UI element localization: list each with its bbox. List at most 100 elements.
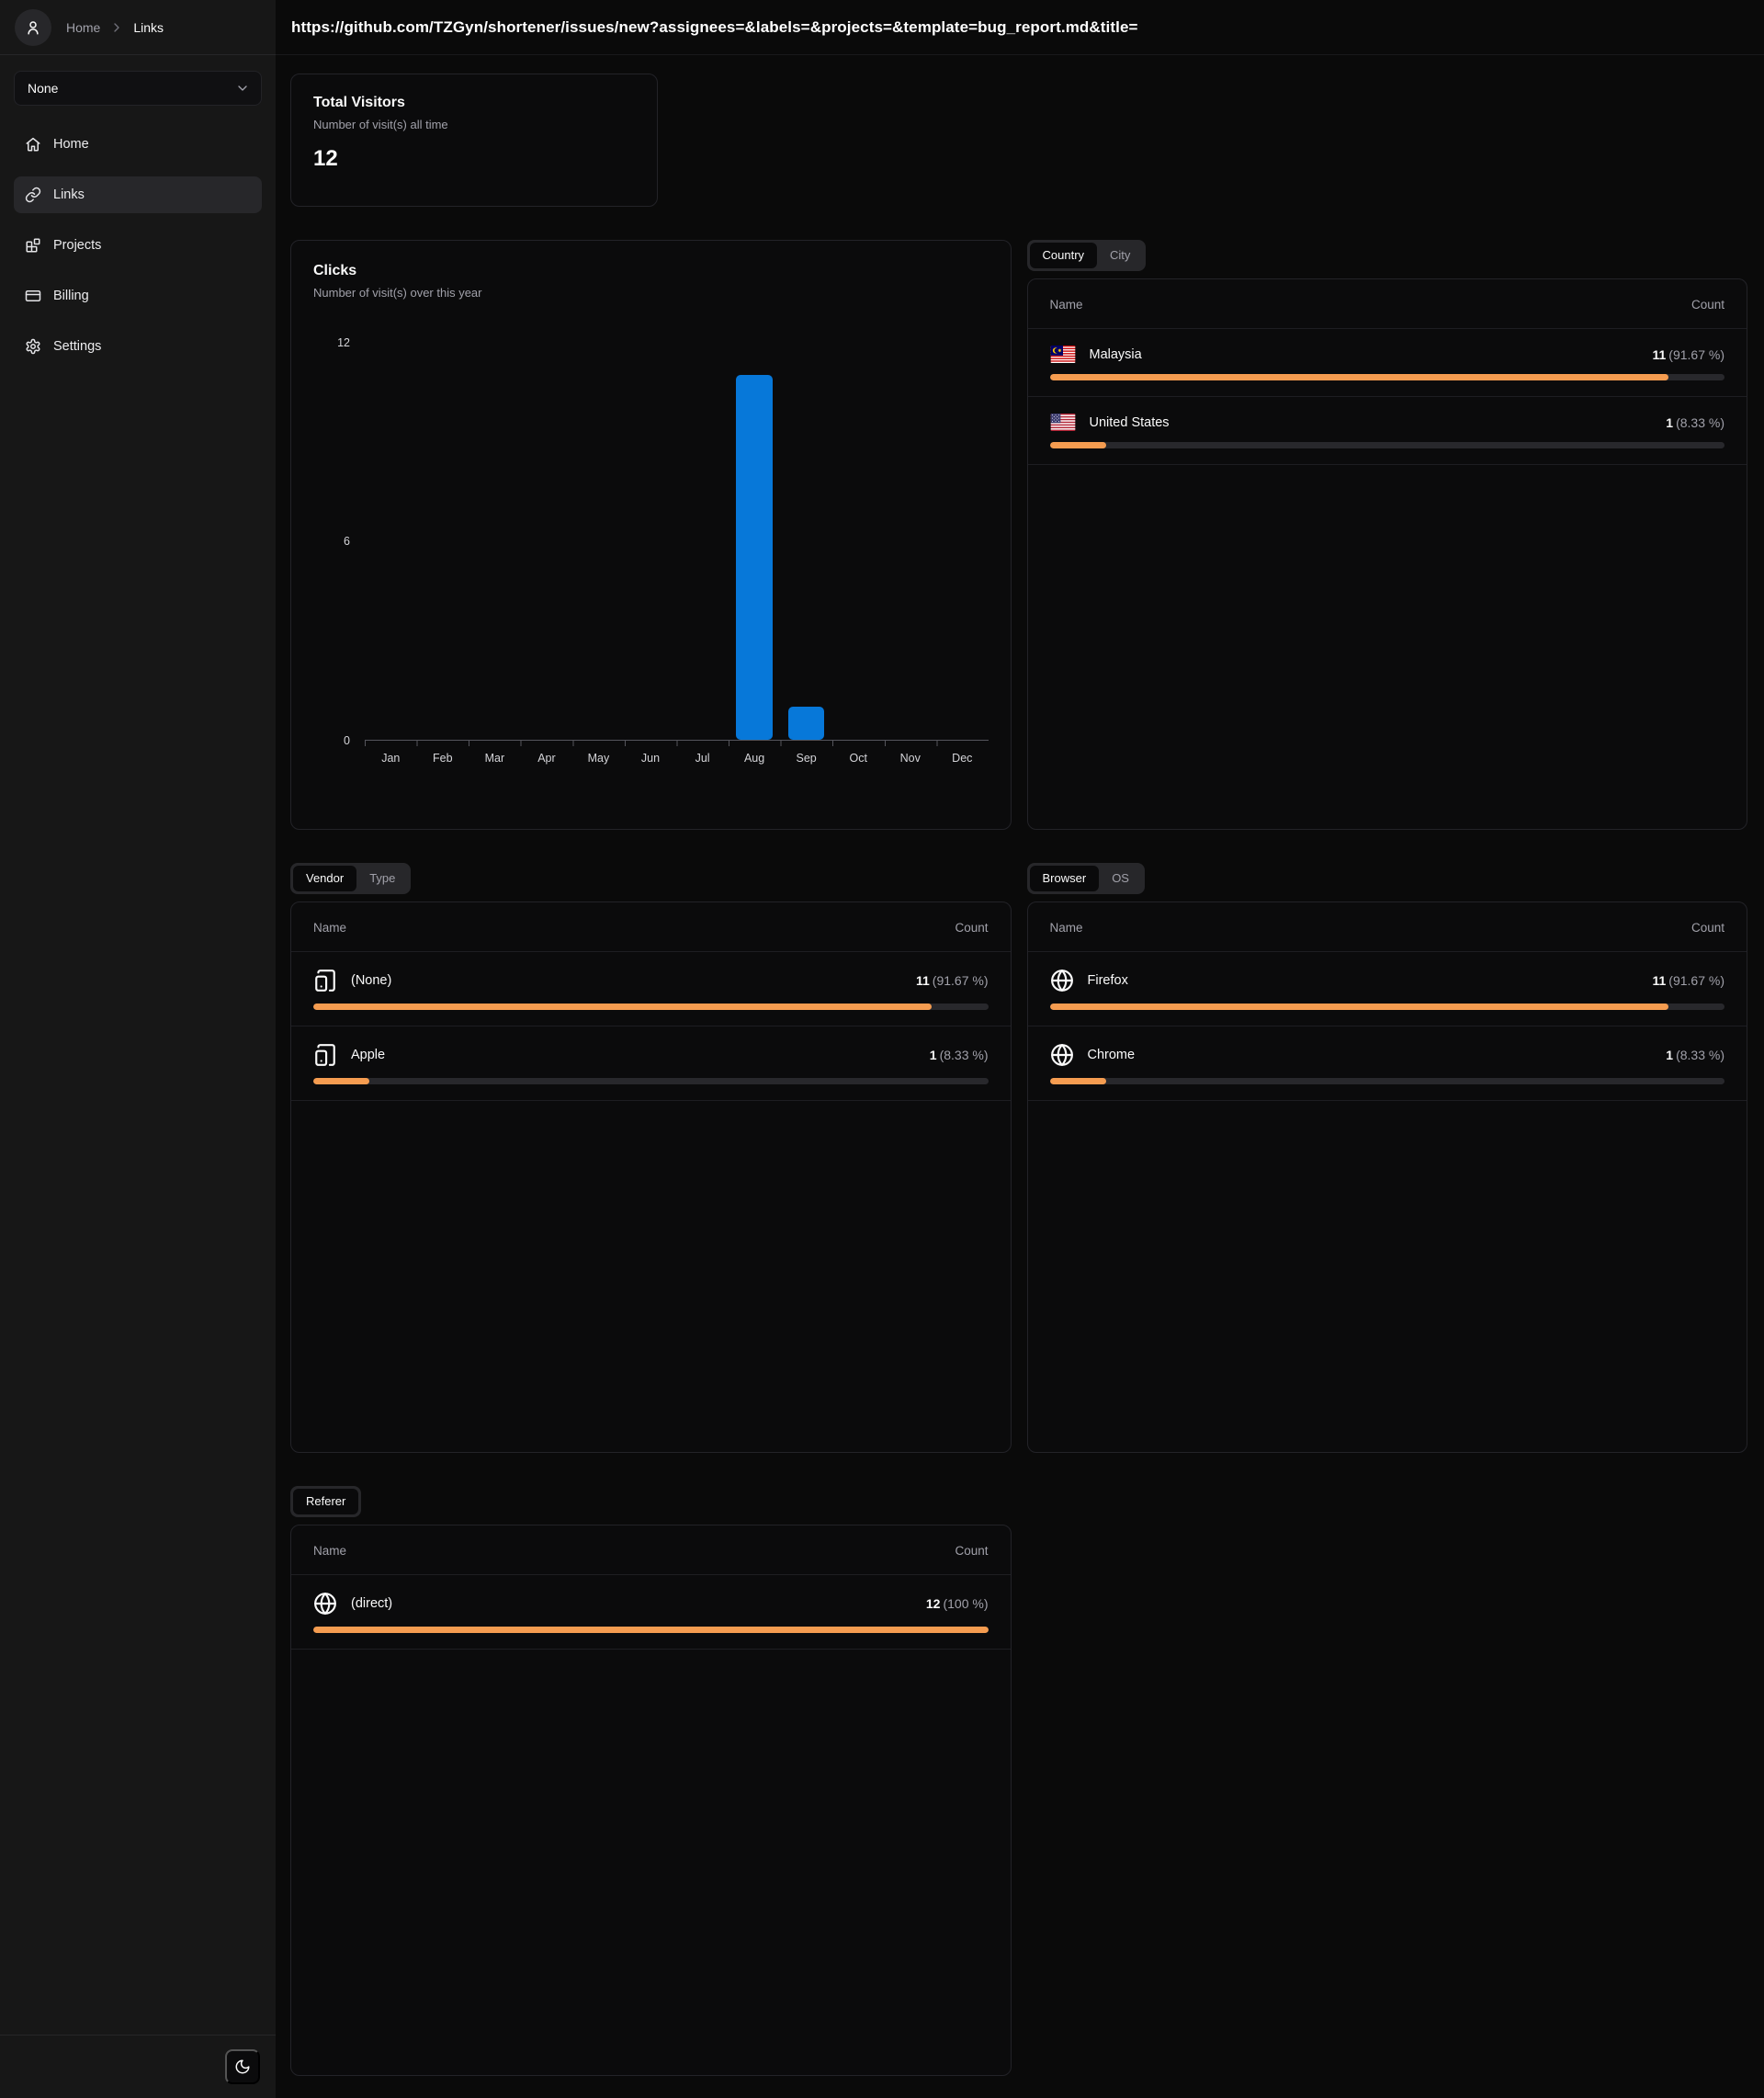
sidebar-item-projects[interactable]: Projects <box>14 227 262 264</box>
browser-os-tabs: Browser OS <box>1026 863 1145 894</box>
sidebar-nav: Home Links Projects Billing Settings <box>14 126 262 365</box>
progress-fill <box>1049 442 1106 448</box>
globe-icon <box>313 1592 337 1616</box>
row-count: 1 (8.33 %) <box>1666 1048 1724 1062</box>
sidebar-item-label: Links <box>53 187 85 202</box>
column-name: Name <box>313 1544 347 1558</box>
x-tick-label-jun: Jun <box>640 752 661 765</box>
breadcrumb: Home Links <box>66 20 164 35</box>
sidebar-item-label: Home <box>53 137 89 152</box>
row-name: Malaysia <box>1089 346 1142 362</box>
tab-type[interactable]: Type <box>356 866 408 891</box>
bar-chart: 12 6 0 Jan Feb Mar Apr May Jun Jul Aug Sep Oct Nov… <box>313 336 989 765</box>
bar-column-apr <box>521 342 573 740</box>
globe-icon <box>1050 1043 1074 1067</box>
main-content: Total Visitors Number of visit(s) all ti… <box>276 55 1764 2094</box>
bar-column-aug <box>729 342 781 740</box>
bar-column-mar <box>469 342 521 740</box>
bar-column-feb <box>417 342 469 740</box>
clicks-chart-card: Clicks Number of visit(s) over this year… <box>290 240 1012 830</box>
grid-spacer <box>1027 1486 1748 2076</box>
row-count: 11 (91.67 %) <box>1652 973 1724 988</box>
column-count: Count <box>1690 921 1724 935</box>
vendor-panel: Vendor Type Name Count (None) 11 (91.67 … <box>290 863 1012 1453</box>
sidebar-body: None Home Links Projects Billing Setting… <box>0 55 276 2035</box>
user-avatar-button[interactable] <box>15 8 51 46</box>
table-row: United States 1 (8.33 %) <box>1027 397 1747 465</box>
progress-fill <box>1049 1078 1106 1084</box>
table-header: Name Count <box>291 1525 1011 1575</box>
total-visitors-card: Total Visitors Number of visit(s) all ti… <box>290 74 658 207</box>
tab-referer[interactable]: Referer <box>293 1489 359 1514</box>
y-tick-label: 6 <box>344 535 350 548</box>
column-count: Count <box>1690 298 1724 312</box>
total-visitors-subtitle: Number of visit(s) all time <box>313 118 448 131</box>
progress-track <box>313 1627 989 1633</box>
progress-fill <box>1049 374 1668 380</box>
sidebar-footer <box>0 2035 276 2098</box>
progress-track <box>1049 442 1724 448</box>
x-tick-label-jul: Jul <box>695 752 710 765</box>
x-tick-label-feb: Feb <box>433 752 453 765</box>
breadcrumb-home-link[interactable]: Home <box>66 20 100 35</box>
row-count: 1 (8.33 %) <box>1666 414 1724 430</box>
column-name: Name <box>1049 298 1083 312</box>
x-axis-labels: Jan Feb Mar Apr May Jun Jul Aug Sep Oct Nov Dec <box>365 752 989 765</box>
bar-column-dec <box>936 342 989 740</box>
bar-column-jun <box>625 342 677 740</box>
tab-country[interactable]: Country <box>1029 243 1098 268</box>
x-axis-ticks <box>365 741 989 746</box>
globe-icon <box>1050 969 1074 992</box>
row-name: United States <box>1089 414 1170 430</box>
row-name: (None) <box>351 973 392 988</box>
bar-column-oct <box>832 342 885 740</box>
column-count: Count <box>955 1544 989 1558</box>
row-percent: (91.67 %) <box>1668 346 1724 362</box>
tab-os[interactable]: OS <box>1099 866 1142 891</box>
referer-table-card: Name Count (direct) 12 (100 %) <box>290 1525 1012 2076</box>
sidebar-item-label: Settings <box>53 339 102 354</box>
credit-card-icon <box>25 290 41 301</box>
row-count: 1 (8.33 %) <box>929 1048 989 1062</box>
bar-column-may <box>572 342 625 740</box>
progress-track <box>1049 374 1724 380</box>
row-percent: (8.33 %) <box>1676 1048 1724 1062</box>
malaysia-flag-icon <box>1050 346 1076 363</box>
x-tick-label-dec: Dec <box>952 752 973 765</box>
tablet-smartphone-icon <box>313 969 337 992</box>
table-row: (None) 11 (91.67 %) <box>291 952 1011 1026</box>
table-header: Name Count <box>291 902 1011 952</box>
row-name: Chrome <box>1087 1048 1136 1062</box>
sidebar-header: Home Links <box>0 0 276 55</box>
user-icon <box>28 20 39 34</box>
sidebar-item-label: Billing <box>53 289 89 303</box>
row-count: 11 (91.67 %) <box>1652 346 1724 362</box>
project-select-value: None <box>28 81 59 96</box>
link-icon <box>25 187 41 203</box>
x-tick-label-may: May <box>587 752 610 765</box>
progress-track <box>313 1004 989 1010</box>
browser-panel: Browser OS Name Count Firefox 11 (91.67 … <box>1026 863 1747 1453</box>
progress-fill <box>313 1078 370 1084</box>
sidebar-item-billing[interactable]: Billing <box>14 278 262 314</box>
project-select[interactable]: None <box>14 71 262 106</box>
bar-column-nov <box>884 342 936 740</box>
column-name: Name <box>1049 921 1083 935</box>
sidebar-item-settings[interactable]: Settings <box>14 328 262 365</box>
tab-city[interactable]: City <box>1097 243 1143 268</box>
home-icon <box>26 137 40 152</box>
bar-column-jul <box>676 342 729 740</box>
row-count: 12 (100 %) <box>925 1596 989 1611</box>
x-tick-label-jan: Jan <box>381 752 401 765</box>
tab-browser[interactable]: Browser <box>1029 866 1100 891</box>
theme-toggle-button[interactable] <box>225 2049 260 2084</box>
total-visitors-value: 12 <box>313 146 338 171</box>
sidebar-item-label: Projects <box>53 238 102 253</box>
tab-vendor[interactable]: Vendor <box>293 866 357 891</box>
row-name: Apple <box>351 1048 386 1062</box>
bar-sep <box>787 706 825 740</box>
sidebar-item-home[interactable]: Home <box>14 126 262 163</box>
table-header: Name Count <box>1027 902 1747 952</box>
referer-tabs: Referer <box>290 1486 362 1517</box>
sidebar-item-links[interactable]: Links <box>14 176 262 213</box>
